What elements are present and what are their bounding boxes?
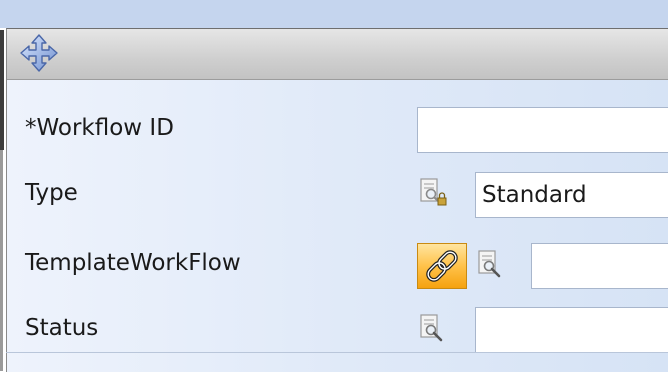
status-label: Status: [25, 315, 99, 341]
move-arrows-icon[interactable]: [19, 33, 59, 73]
left-frame-edge: [0, 30, 4, 150]
type-label: Type: [25, 180, 78, 206]
workflow-id-input[interactable]: [417, 107, 668, 153]
chain-link-icon: [426, 250, 458, 282]
link-button[interactable]: [417, 243, 467, 289]
left-frame-border: [0, 150, 3, 371]
top-strip: [0, 0, 668, 28]
template-workflow-label: TemplateWorkFlow: [25, 250, 241, 276]
magnifier-document-icon[interactable]: [477, 250, 505, 280]
panel-header[interactable]: [7, 29, 668, 80]
workflow-id-label: *Workflow ID: [25, 115, 174, 141]
magnifier-document-icon[interactable]: [419, 314, 447, 344]
status-input[interactable]: [475, 307, 668, 353]
template-workflow-input[interactable]: [531, 243, 668, 289]
locked-magnifier-document-icon: [420, 178, 447, 206]
type-input[interactable]: Standard: [475, 172, 668, 218]
bottom-divider: [6, 352, 668, 353]
workflow-form-panel: *Workflow ID Type Standard TemplateWorkF…: [6, 28, 668, 372]
